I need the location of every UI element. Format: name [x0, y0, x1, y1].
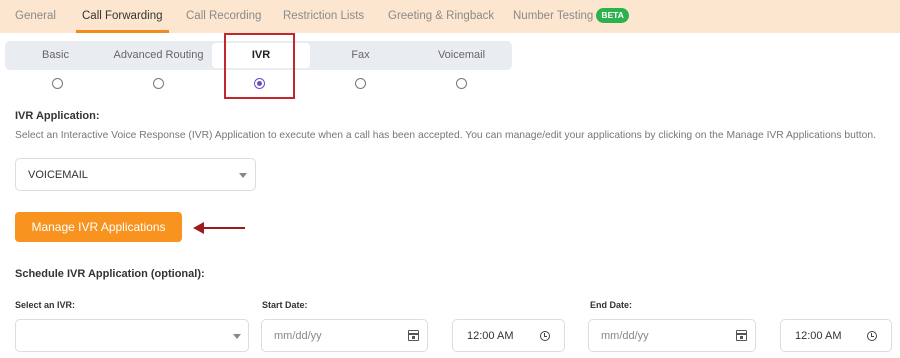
ivr-application-value: VOICEMAIL: [28, 169, 88, 181]
end-date-input[interactable]: mm/dd/yy: [588, 319, 756, 352]
tab-call-forwarding[interactable]: Call Forwarding: [76, 0, 169, 33]
manage-ivr-applications-button[interactable]: Manage IVR Applications: [15, 212, 182, 242]
ivr-application-select[interactable]: VOICEMAIL: [15, 158, 256, 191]
calendar-icon[interactable]: [736, 330, 747, 341]
option-basic[interactable]: Basic: [5, 41, 106, 70]
radio-fax[interactable]: [355, 78, 366, 89]
chevron-down-icon: [233, 334, 241, 339]
option-voicemail[interactable]: Voicemail: [411, 41, 512, 70]
radio-voicemail[interactable]: [456, 78, 467, 89]
tab-number-testing[interactable]: Number Testing BETA: [513, 0, 629, 33]
calendar-icon[interactable]: [408, 330, 419, 341]
end-date-label: End Date:: [590, 300, 633, 310]
end-date-placeholder: mm/dd/yy: [601, 330, 649, 342]
start-date-label: Start Date:: [262, 300, 308, 310]
tab-number-testing-label: Number Testing: [513, 10, 594, 22]
option-fax[interactable]: Fax: [310, 41, 411, 70]
option-advanced-routing[interactable]: Advanced Routing: [106, 41, 211, 70]
start-time-input[interactable]: 12:00 AM: [452, 319, 565, 352]
ivr-description: Select an Interactive Voice Response (IV…: [15, 130, 876, 141]
radio-advanced-routing[interactable]: [153, 78, 164, 89]
radio-basic[interactable]: [52, 78, 63, 89]
start-date-input[interactable]: mm/dd/yy: [261, 319, 428, 352]
top-tab-bar: General Call Forwarding Call Recording R…: [0, 0, 900, 33]
active-tab-indicator: [76, 30, 169, 33]
tab-greeting-ringback[interactable]: Greeting & Ringback: [388, 0, 494, 33]
schedule-heading: Schedule IVR Application (optional):: [15, 268, 205, 280]
beta-badge: BETA: [596, 8, 629, 23]
select-ivr-label: Select an IVR:: [15, 300, 76, 310]
tab-general[interactable]: General: [15, 0, 56, 33]
tab-call-forwarding-label: Call Forwarding: [82, 10, 163, 22]
start-date-placeholder: mm/dd/yy: [274, 330, 322, 342]
tab-call-recording[interactable]: Call Recording: [186, 0, 261, 33]
chevron-down-icon: [239, 173, 247, 178]
clock-icon[interactable]: [540, 331, 550, 341]
annotation-arrow-line: [203, 227, 245, 229]
start-time-value: 12:00 AM: [467, 330, 514, 342]
tab-restriction-lists[interactable]: Restriction Lists: [283, 0, 364, 33]
end-time-value: 12:00 AM: [795, 330, 842, 342]
schedule-ivr-select[interactable]: [15, 319, 249, 352]
annotation-arrow-head: [193, 222, 204, 234]
ivr-application-heading: IVR Application:: [15, 110, 100, 122]
end-time-input[interactable]: 12:00 AM: [780, 319, 892, 352]
ivr-highlight-box: [224, 33, 295, 99]
clock-icon[interactable]: [867, 331, 877, 341]
